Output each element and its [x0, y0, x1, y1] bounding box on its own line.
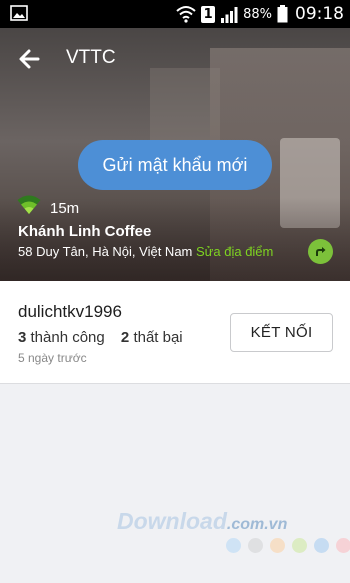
- watermark-dot: [314, 538, 329, 553]
- connect-button[interactable]: KẾT NỐI: [230, 313, 333, 352]
- watermark-dot: [270, 538, 285, 553]
- watermark-dot: [292, 538, 307, 553]
- address-text: 58 Duy Tân, Hà Nội, Việt Nam: [18, 244, 193, 259]
- hero-banner: VTTC Gửi mật khẩu mới 15m Khánh Linh Cof…: [0, 28, 350, 281]
- wifi-status-icon: [176, 6, 196, 23]
- directions-button[interactable]: [308, 239, 333, 264]
- watermark-domain: .com.vn: [226, 516, 288, 533]
- connection-stats: 3 thành công 2 thất bại: [18, 329, 183, 346]
- last-update-time: 5 ngày trước: [18, 351, 87, 365]
- watermark-text: Download: [117, 508, 227, 534]
- send-new-password-button[interactable]: Gửi mật khẩu mới: [78, 140, 272, 190]
- directions-icon: [316, 247, 326, 256]
- gallery-icon: [10, 5, 28, 21]
- watermark-dot: [248, 538, 263, 553]
- place-name: Khánh Linh Coffee: [18, 223, 152, 240]
- page-title: VTTC: [66, 47, 116, 68]
- watermark-dot: [336, 538, 350, 553]
- success-label: thành công: [30, 329, 105, 346]
- network-card: dulichtkv1996 3 thành công 2 thất bại 5 …: [0, 281, 350, 384]
- signal-icon: [221, 6, 238, 23]
- background-photo-shape: [150, 68, 220, 148]
- battery-icon: [277, 5, 288, 23]
- clock: 09:18: [295, 4, 344, 24]
- fail-label: thất bại: [133, 329, 183, 346]
- network-username: dulichtkv1996: [18, 302, 122, 321]
- status-bar: 1 88% 09:18: [0, 0, 350, 28]
- distance-label: 15m: [50, 200, 80, 217]
- battery-percent: 88%: [243, 6, 272, 22]
- sim-slot-badge: 1: [201, 5, 216, 23]
- fail-count: 2: [120, 329, 130, 346]
- back-arrow-icon[interactable]: [16, 46, 46, 72]
- edit-place-link[interactable]: Sửa địa điểm: [196, 244, 273, 259]
- watermark-logo: Download.com.vn: [117, 508, 287, 535]
- wifi-signal-icon: [17, 195, 41, 214]
- success-count: 3: [18, 329, 27, 346]
- address-line: 58 Duy Tân, Hà Nội, Việt Nam Sửa địa điể…: [18, 244, 273, 259]
- watermark-dot: [226, 538, 241, 553]
- watermark-dots: [226, 538, 350, 553]
